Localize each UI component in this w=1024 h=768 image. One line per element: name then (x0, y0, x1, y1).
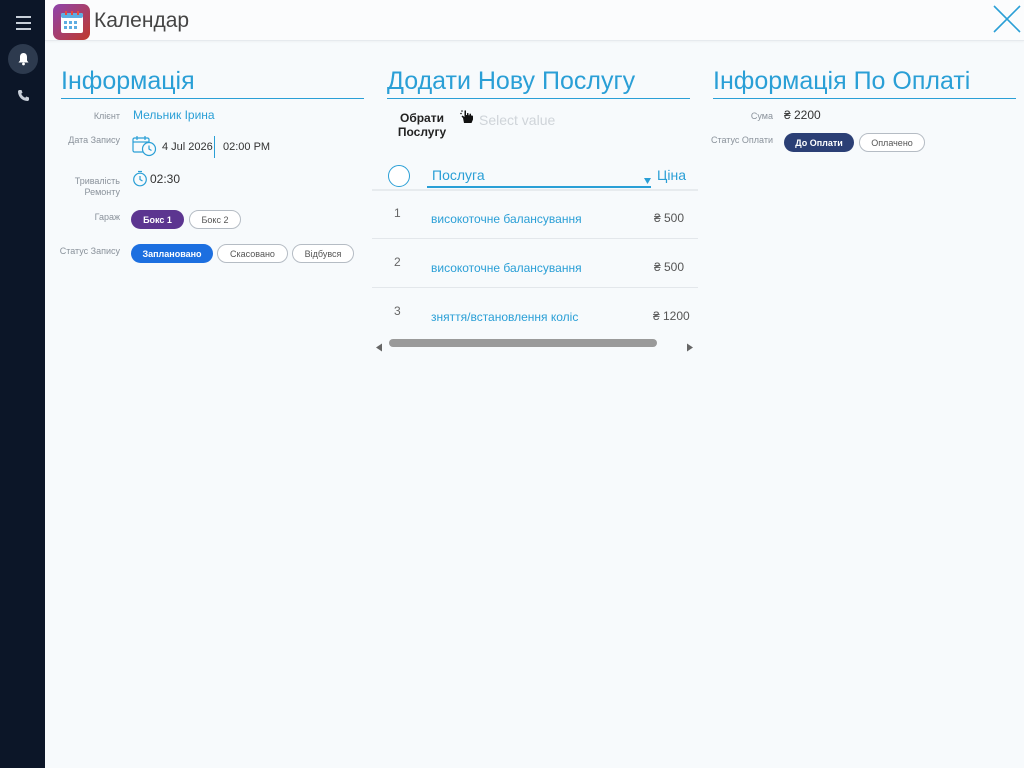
payment-status-label: Статус Оплати (710, 135, 773, 145)
scroll-left-arrow-icon[interactable] (375, 339, 383, 352)
pointer-hand-icon (460, 109, 475, 125)
select-service-label-line2: Послугу (397, 125, 447, 139)
duration-label-line2: Ремонту (84, 187, 121, 197)
add-service-title: Додати Нову Послугу (387, 67, 690, 99)
select-all-checkbox[interactable] (388, 165, 410, 187)
select-service-label: Обрати Послугу (393, 111, 451, 139)
close-icon[interactable] (992, 4, 1022, 34)
service-select[interactable]: Select value (479, 112, 679, 128)
phone-icon[interactable] (8, 80, 38, 110)
payment-status-due[interactable]: До Оплати (784, 133, 854, 152)
garage-label: Гараж (94, 212, 120, 222)
client-label: Клієнт (93, 111, 120, 121)
date-value[interactable]: 4 Jul 2026 (162, 141, 213, 153)
status-label: Статус Запису (59, 246, 120, 256)
row-divider (372, 287, 698, 288)
row-divider (372, 238, 698, 239)
duration-value[interactable]: 02:30 (150, 172, 180, 186)
row-number: 3 (394, 304, 401, 318)
status-option-cancelled[interactable]: Скасовано (217, 244, 288, 263)
garage-option-box1[interactable]: Бокс 1 (131, 210, 184, 229)
info-section-title: Інформація (61, 67, 364, 99)
row-price: ₴ 500 (654, 211, 685, 225)
date-time-divider (214, 136, 215, 158)
calendar-clock-icon[interactable] (132, 135, 157, 157)
menu-icon[interactable] (8, 8, 38, 38)
sort-desc-icon[interactable] (643, 172, 652, 184)
scroll-right-arrow-icon[interactable] (686, 339, 694, 352)
row-number: 1 (394, 206, 401, 220)
payment-section-title: Інформація По Оплаті (713, 67, 1016, 99)
app-header: Календар (45, 0, 1024, 41)
sum-value: ₴ 2200 (784, 108, 821, 122)
select-service-label-line1: Обрати (399, 111, 444, 125)
row-service[interactable]: високоточне балансування (431, 212, 582, 226)
table-header-divider (372, 189, 698, 191)
service-column-underline (427, 186, 651, 188)
row-price: ₴ 500 (654, 260, 685, 274)
row-number: 2 (394, 255, 401, 269)
date-label: Дата Запису (68, 135, 120, 145)
column-header-service[interactable]: Послуга (432, 167, 485, 183)
app-title: Календар (94, 9, 190, 32)
column-header-price[interactable]: Ціна (657, 167, 686, 183)
status-option-done[interactable]: Відбувся (292, 244, 354, 263)
horizontal-scrollbar-thumb[interactable] (389, 339, 657, 347)
row-service[interactable]: зняття/встановлення коліс (431, 310, 578, 324)
garage-option-box2[interactable]: Бокс 2 (189, 210, 241, 229)
time-value[interactable]: 02:00 PM (223, 141, 270, 153)
duration-label: Тривалість Ремонту (60, 176, 120, 198)
calendar-app-icon (53, 4, 90, 40)
row-price: ₴ 1200 (653, 309, 690, 323)
duration-label-line1: Тривалість (74, 176, 120, 186)
status-option-planned[interactable]: Заплановано (131, 244, 213, 263)
row-service[interactable]: високоточне балансування (431, 261, 582, 275)
stopwatch-icon[interactable] (132, 170, 148, 187)
sum-label: Сума (750, 111, 773, 121)
client-value[interactable]: Мельник Ірина (133, 108, 215, 122)
bell-icon[interactable] (8, 44, 38, 74)
payment-status-paid[interactable]: Оплачено (859, 133, 925, 152)
side-rail (0, 0, 45, 768)
